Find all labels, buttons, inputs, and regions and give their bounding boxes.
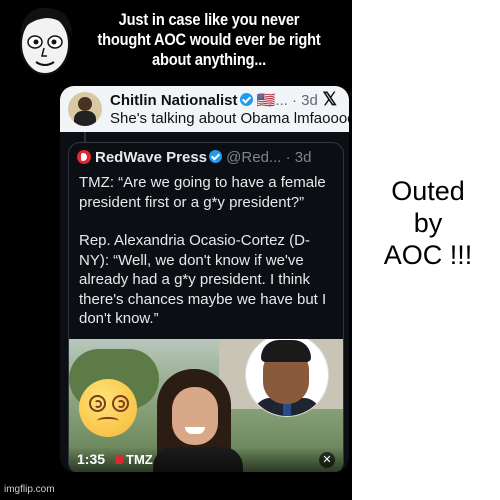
cartoon-face-icon (20, 7, 72, 75)
mute-icon[interactable]: ✕ (319, 452, 335, 468)
meme-header: Just in case like you never thought AOC … (0, 0, 352, 82)
side-text-line-2: by (413, 208, 443, 238)
video-time: 1:35 (77, 451, 106, 467)
side-text: Outed by AOC !!! (360, 175, 496, 271)
video-source-label: TMZ (126, 452, 153, 467)
verified-badge-icon (209, 150, 223, 163)
redwave-logo-icon (77, 150, 91, 164)
meme-caption: Just in case like you never thought AOC … (97, 10, 321, 69)
tweet-header: Chitlin Nationalist 🇺🇸... · 3d 𝕏 She's t… (60, 86, 349, 132)
tmz-logo-icon (115, 456, 123, 464)
dizzy-emoji-icon (79, 379, 137, 437)
quote-author-meta: @Red... · 3d (222, 149, 312, 166)
quote-header: RedWave Press @Red... · 3d (77, 149, 311, 166)
quote-body: TMZ: “Are we going to have a female pres… (79, 173, 339, 348)
tweet-author-meta: 🇺🇸... · 3d (252, 92, 318, 109)
person-face (172, 387, 218, 445)
x-logo-icon[interactable]: 𝕏 (322, 89, 337, 110)
tweet-author-line: Chitlin Nationalist 🇺🇸... · 3d (110, 91, 318, 109)
side-text-line-3: AOC !!! (383, 240, 473, 270)
video-source: TMZ (115, 452, 153, 467)
tweet-author-name[interactable]: Chitlin Nationalist (110, 92, 238, 109)
tweet-card: Chitlin Nationalist 🇺🇸... · 3d 𝕏 She's t… (60, 86, 349, 472)
obama-photo-overlay (245, 339, 329, 417)
meme-left-panel: Just in case like you never thought AOC … (0, 0, 352, 500)
avatar[interactable] (68, 92, 102, 126)
verified-badge-icon (239, 93, 253, 106)
video-controls (69, 447, 343, 472)
video-thumbnail[interactable]: 1:35 TMZ ✕ (69, 339, 343, 472)
tweet-text: She's talking about Obama lmfaooooo (110, 110, 349, 127)
quote-author-name[interactable]: RedWave Press (95, 149, 207, 166)
side-text-line-1: Outed (391, 176, 465, 206)
quote-paragraph-1: TMZ: “Are we going to have a female pres… (79, 174, 326, 211)
watermark: imgflip.com (4, 484, 55, 495)
quote-tweet[interactable]: RedWave Press @Red... · 3d TMZ: “Are we … (68, 142, 344, 472)
quote-paragraph-2: Rep. Alexandria Ocasio-Cortez (D-NY): “W… (79, 232, 327, 327)
